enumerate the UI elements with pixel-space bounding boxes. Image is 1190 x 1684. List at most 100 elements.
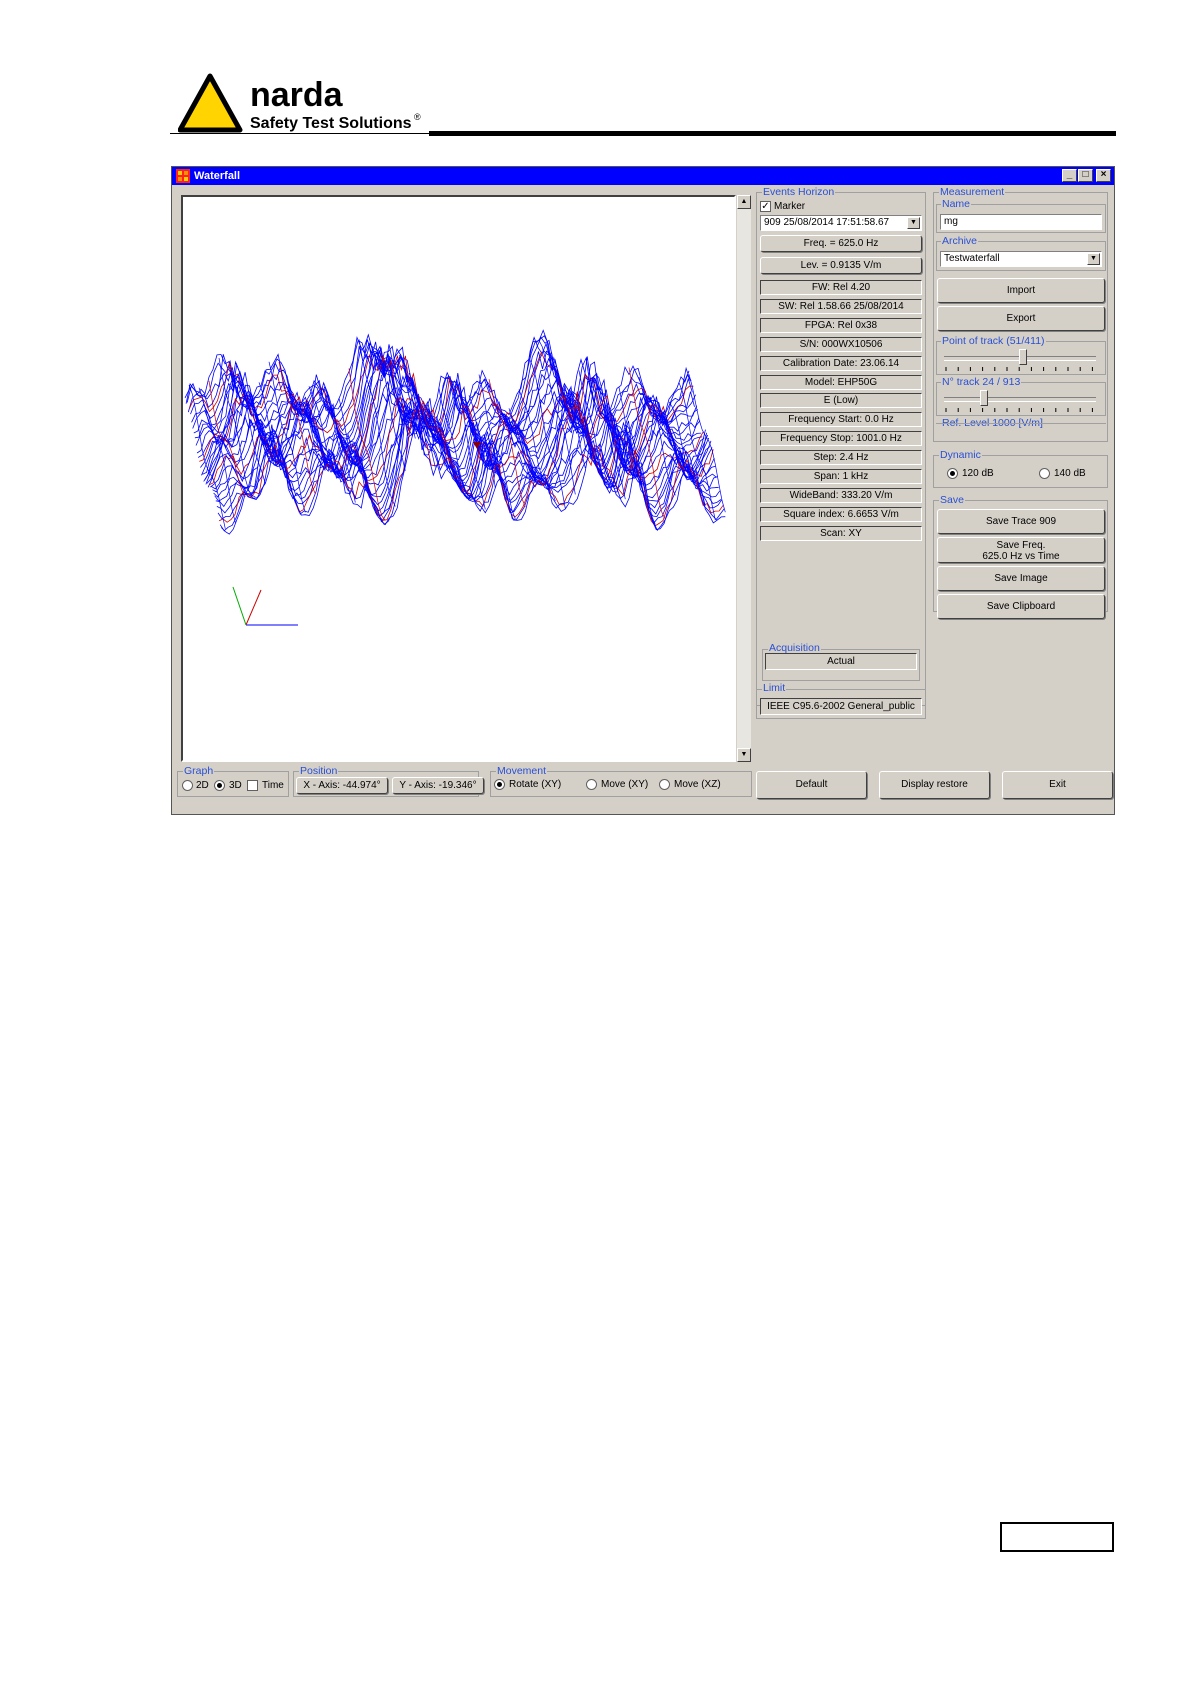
title-bar[interactable]: Waterfall _ □ × [172,167,1114,185]
save-label: Save [939,494,965,506]
info-row: FPGA: Rel 0x38 [760,318,922,333]
waterfall-window: Waterfall _ □ × ▲ ▼ Events Horizon ✓ Mar… [171,166,1115,815]
info-row: Frequency Stop: 1001.0 Hz [760,431,922,446]
page-number-box [1000,1522,1114,1552]
move-xy-label: Move (XY) [601,779,649,790]
save-freq-line2: 625.0 Hz vs Time [982,551,1060,562]
event-select[interactable]: 909 25/08/2014 17:51:58.67 ▼ [760,215,922,231]
dropdown-arrow-icon[interactable]: ▼ [1087,253,1100,265]
marker-label: Marker [774,201,806,212]
header-rule-thin [170,133,429,134]
movement-label: Movement [496,765,548,777]
dynamic-120-radio[interactable] [947,468,958,479]
info-row: Model: EHP50G [760,375,922,390]
maximize-icon: □ [1082,169,1089,180]
close-icon: × [1100,169,1107,180]
limit-value: IEEE C95.6-2002 General_public [760,698,922,715]
info-row: Calibration Date: 23.06.14 [760,356,922,371]
dynamic-label: Dynamic [939,449,982,461]
save-image-button[interactable]: Save Image [937,566,1105,591]
name-label: Name [941,198,972,210]
info-row: Step: 2.4 Hz [760,450,922,465]
save-freq-button[interactable]: Save Freq. 625.0 Hz vs Time [937,537,1105,563]
waterfall-trace [187,333,693,431]
rotate-xy-radio[interactable] [494,779,505,790]
archive-select-value: Testwaterfall [944,253,1000,264]
checkmark-icon: ✓ [761,201,770,212]
event-select-value: 909 25/08/2014 17:51:58.67 [764,217,890,228]
position-label: Position [299,765,339,777]
display-restore-button[interactable]: Display restore [879,771,990,799]
lev-button[interactable]: Lev. = 0.9135 V/m [760,257,922,274]
close-button[interactable]: × [1096,169,1111,182]
graph-3d-label: 3D [229,780,242,791]
marker-checkbox[interactable]: ✓ [760,201,771,212]
scroll-down-arrow-icon[interactable]: ▼ [737,748,751,762]
info-row: Span: 1 kHz [760,469,922,484]
tagline-text: Safety Test Solutions [250,115,412,132]
default-button[interactable]: Default [756,771,867,799]
info-row: S/N: 000WX10506 [760,337,922,352]
dropdown-arrow-icon[interactable]: ▼ [907,217,920,229]
move-xz-radio[interactable] [659,779,670,790]
info-row: FW: Rel 4.20 [760,280,922,295]
export-button[interactable]: Export [937,306,1105,331]
import-button[interactable]: Import [937,278,1105,303]
z-axis-gizmo [245,589,262,626]
move-xz-label: Move (XZ) [674,779,721,790]
save-freq-line1: Save Freq. [996,540,1046,551]
registered-mark: ® [414,112,421,122]
point-of-track-label: Point of track (51/411) [941,335,1046,347]
waterfall-connector [688,374,726,513]
track-slider[interactable] [944,397,1096,402]
waterfall-trace [185,336,691,422]
y-axis-gizmo [232,586,247,626]
minimize-button[interactable]: _ [1062,169,1077,182]
plot-scrollbar[interactable]: ▲ ▼ [737,195,751,762]
time-label: Time [262,780,284,791]
waterfall-plot[interactable] [181,195,736,762]
track-label: N° track 24 / 913 [941,376,1022,388]
track-ticks [945,408,1093,412]
archive-select[interactable]: Testwaterfall ▼ [940,251,1102,267]
graph-3d-radio[interactable] [214,780,225,791]
dynamic-120-label: 120 dB [962,468,994,479]
archive-label: Archive [941,235,979,247]
time-checkbox[interactable] [247,780,258,791]
info-row: Scan: XY [760,526,922,541]
graph-label: Graph [183,765,215,777]
x-axis-readout: X - Axis: -44.974° [296,777,388,794]
ref-level-group [936,423,1106,424]
track-thumb[interactable] [980,390,988,406]
y-axis-readout: Y - Axis: -19.346° [392,777,484,794]
info-row: E (Low) [760,393,922,408]
info-row: Square index: 6.6653 V/m [760,507,922,522]
save-clipboard-button[interactable]: Save Clipboard [937,594,1105,619]
rotate-xy-label: Rotate (XY) [509,779,562,790]
exit-button[interactable]: Exit [1002,771,1113,799]
minimize-icon: _ [1066,169,1073,180]
waterfall-trace [186,329,692,424]
scroll-up-arrow-icon[interactable]: ▲ [737,195,751,209]
point-of-track-thumb[interactable] [1019,349,1027,365]
info-row: WideBand: 333.20 V/m [760,488,922,503]
events-horizon-label: Events Horizon [762,186,836,198]
name-input[interactable]: mg [940,214,1102,230]
move-xy-radio[interactable] [586,779,597,790]
acquisition-value: Actual [765,653,917,670]
save-trace-button[interactable]: Save Trace 909 [937,509,1105,534]
info-row: Frequency Start: 0.0 Hz [760,412,922,427]
narda-logo: narda Safety Test Solutions ® [178,73,421,133]
dynamic-140-radio[interactable] [1039,468,1050,479]
graph-2d-radio[interactable] [182,780,193,791]
dynamic-140-label: 140 dB [1054,468,1086,479]
header-rule-thick [429,131,1116,136]
waterfall-connector [268,361,306,513]
limit-label: Limit [762,682,787,694]
freq-button[interactable]: Freq. = 625.0 Hz [760,235,922,252]
maximize-button[interactable]: □ [1078,169,1093,182]
graph-2d-label: 2D [196,780,209,791]
brand-text: narda [250,76,344,114]
wireframe-traces [184,329,726,535]
point-of-track-ticks [945,367,1093,371]
